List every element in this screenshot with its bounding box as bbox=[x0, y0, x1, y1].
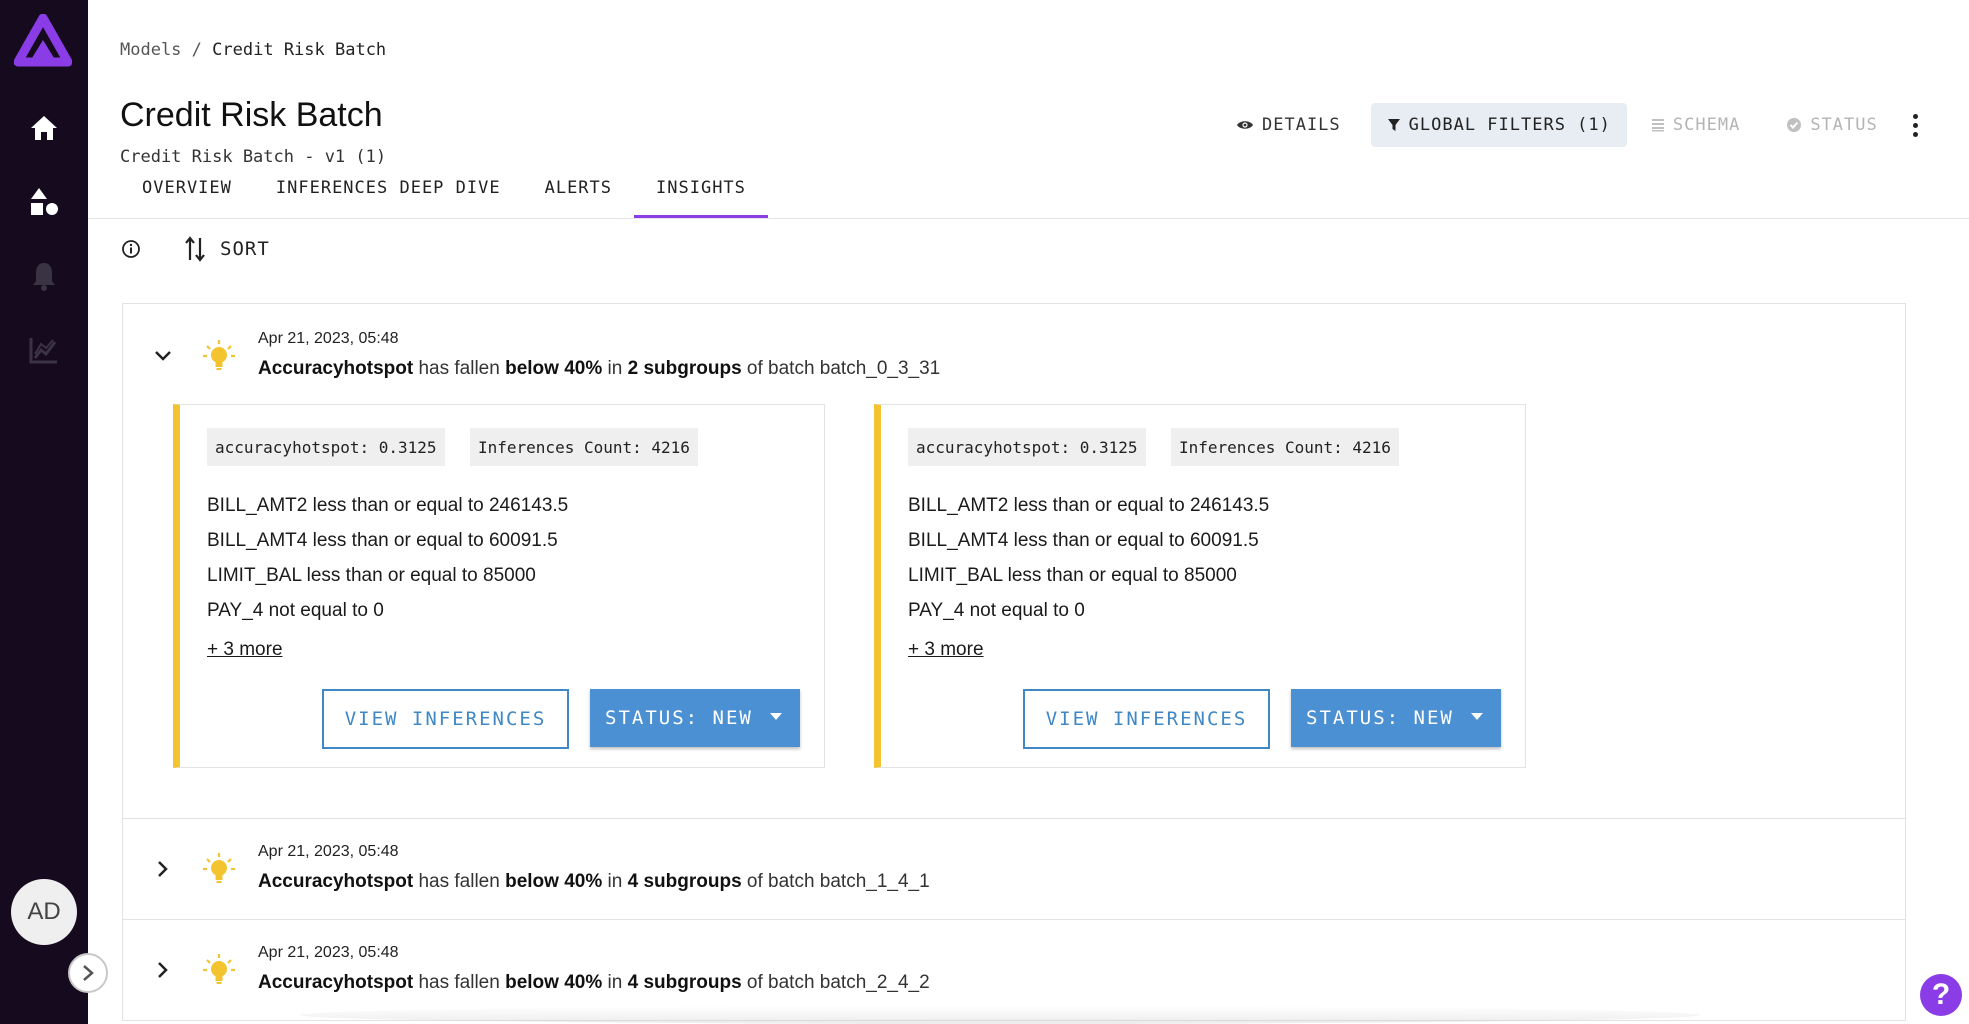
subgroup-card: accuracyhotspot: 0.3125 Inferences Count… bbox=[173, 404, 825, 768]
insight-item: Apr 21, 2023, 05:48 Accuracyhotspot has … bbox=[123, 819, 1905, 920]
page-subtitle: Credit Risk Batch - v1 (1) bbox=[120, 147, 387, 167]
schema-label: SCHEMA bbox=[1672, 115, 1741, 135]
insight-header[interactable]: Apr 21, 2023, 05:48 Accuracyhotspot has … bbox=[123, 819, 1905, 919]
breadcrumb-current: Credit Risk Batch bbox=[212, 40, 387, 60]
details-button[interactable]: DETAILS bbox=[1220, 103, 1357, 147]
tab-overview[interactable]: OVERVIEW bbox=[120, 170, 254, 218]
insight-summary: Accuracyhotspot has fallen below 40% in … bbox=[258, 972, 930, 993]
expand-sidebar-button[interactable] bbox=[68, 953, 108, 993]
status-dropdown[interactable]: STATUS: NEW bbox=[590, 689, 800, 747]
view-inferences-button[interactable]: VIEW INFERENCES bbox=[1023, 689, 1270, 749]
insight-header[interactable]: Apr 21, 2023, 05:48 Accuracyhotspot has … bbox=[123, 920, 1905, 1020]
check-circle-icon bbox=[1787, 118, 1802, 132]
tab-alerts[interactable]: ALERTS bbox=[523, 170, 634, 218]
list-icon bbox=[1651, 119, 1664, 132]
metric-chip: accuracyhotspot: 0.3125 bbox=[908, 428, 1146, 466]
metric-chip: accuracyhotspot: 0.3125 bbox=[207, 428, 445, 466]
breadcrumb-separator: / bbox=[191, 40, 202, 60]
avatar-initials: AD bbox=[27, 898, 61, 925]
scroll-shadow bbox=[300, 1006, 1700, 1024]
view-inferences-button[interactable]: VIEW INFERENCES bbox=[322, 689, 569, 749]
condition-text: LIMIT_BAL less than or equal to 85000 bbox=[207, 565, 536, 586]
condition-text: PAY_4 not equal to 0 bbox=[908, 600, 1085, 621]
sort-button[interactable]: SORT bbox=[184, 236, 270, 262]
help-button[interactable]: ? bbox=[1920, 974, 1962, 1016]
status-label: STATUS bbox=[1810, 115, 1878, 135]
breadcrumb: Models / Credit Risk Batch bbox=[120, 40, 386, 60]
insight-date: Apr 21, 2023, 05:48 bbox=[258, 330, 399, 347]
insight-item: Apr 21, 2023, 05:48 Accuracyhotspot has … bbox=[123, 920, 1905, 1020]
insight-date: Apr 21, 2023, 05:48 bbox=[258, 944, 399, 961]
condition-text: LIMIT_BAL less than or equal to 85000 bbox=[908, 565, 1237, 586]
insight-item: Apr 21, 2023, 05:48 Accuracyhotspot has … bbox=[123, 304, 1905, 819]
insight-header[interactable]: Apr 21, 2023, 05:48 Accuracyhotspot has … bbox=[123, 304, 1905, 404]
page-title: Credit Risk Batch bbox=[120, 96, 383, 134]
info-icon[interactable] bbox=[121, 239, 141, 259]
chevron-right-icon[interactable] bbox=[153, 960, 173, 980]
lightbulb-icon bbox=[203, 954, 235, 984]
global-filters-label: GLOBAL FILTERS (1) bbox=[1408, 115, 1611, 135]
tab-inferences-deep-dive[interactable]: INFERENCES DEEP DIVE bbox=[254, 170, 523, 218]
status-dropdown[interactable]: STATUS: NEW bbox=[1291, 689, 1501, 747]
status-dropdown-label: STATUS: NEW bbox=[1306, 707, 1454, 729]
global-filters-button[interactable]: GLOBAL FILTERS (1) bbox=[1370, 103, 1627, 147]
condition-text: BILL_AMT4 less than or equal to 60091.5 bbox=[207, 530, 558, 551]
subgroup-cards: accuracyhotspot: 0.3125 Inferences Count… bbox=[123, 404, 1905, 818]
details-label: DETAILS bbox=[1262, 115, 1341, 135]
caret-down-icon bbox=[1471, 713, 1483, 720]
chart-icon[interactable] bbox=[26, 332, 62, 368]
breadcrumb-parent[interactable]: Models bbox=[120, 40, 181, 60]
condition-text: BILL_AMT2 less than or equal to 246143.5 bbox=[207, 495, 569, 516]
more-conditions-link[interactable]: + 3 more bbox=[207, 639, 283, 661]
status-dropdown-label: STATUS: NEW bbox=[605, 707, 753, 729]
logo-icon[interactable] bbox=[13, 13, 73, 70]
divider bbox=[88, 218, 1969, 219]
count-chip: Inferences Count: 4216 bbox=[1171, 428, 1399, 466]
sort-icon bbox=[185, 236, 205, 262]
chevron-right-icon[interactable] bbox=[153, 859, 173, 879]
avatar[interactable]: AD bbox=[11, 879, 77, 945]
chevron-right-icon bbox=[83, 965, 94, 981]
insight-summary: Accuracyhotspot has fallen below 40% in … bbox=[258, 358, 941, 379]
eye-icon bbox=[1237, 121, 1253, 129]
shapes-icon[interactable] bbox=[26, 184, 62, 220]
lightbulb-icon bbox=[203, 340, 235, 370]
subgroup-card: accuracyhotspot: 0.3125 Inferences Count… bbox=[874, 404, 1526, 768]
home-icon[interactable] bbox=[26, 110, 62, 146]
condition-text: BILL_AMT4 less than or equal to 60091.5 bbox=[908, 530, 1259, 551]
lightbulb-icon bbox=[203, 853, 235, 883]
condition-text: PAY_4 not equal to 0 bbox=[207, 600, 384, 621]
sort-label: SORT bbox=[220, 238, 270, 260]
sidebar: AD bbox=[0, 0, 88, 1024]
count-chip: Inferences Count: 4216 bbox=[470, 428, 698, 466]
insights-list: Apr 21, 2023, 05:48 Accuracyhotspot has … bbox=[122, 303, 1906, 1021]
chevron-down-icon[interactable] bbox=[153, 346, 173, 366]
tab-insights[interactable]: INSIGHTS bbox=[634, 170, 768, 218]
schema-button[interactable]: SCHEMA bbox=[1635, 103, 1756, 147]
caret-down-icon bbox=[770, 713, 782, 720]
insight-date: Apr 21, 2023, 05:48 bbox=[258, 843, 399, 860]
filter-icon bbox=[1387, 119, 1400, 131]
bell-icon[interactable] bbox=[26, 258, 62, 294]
more-conditions-link[interactable]: + 3 more bbox=[908, 639, 984, 661]
condition-text: BILL_AMT2 less than or equal to 246143.5 bbox=[908, 495, 1270, 516]
status-button[interactable]: STATUS bbox=[1770, 103, 1893, 147]
more-options-icon[interactable] bbox=[1904, 112, 1926, 138]
header-actions: DETAILS GLOBAL FILTERS (1) SCHEMA STATUS bbox=[1220, 103, 1894, 147]
insight-summary: Accuracyhotspot has fallen below 40% in … bbox=[258, 871, 930, 892]
tab-bar: OVERVIEW INFERENCES DEEP DIVE ALERTS INS… bbox=[120, 170, 768, 220]
